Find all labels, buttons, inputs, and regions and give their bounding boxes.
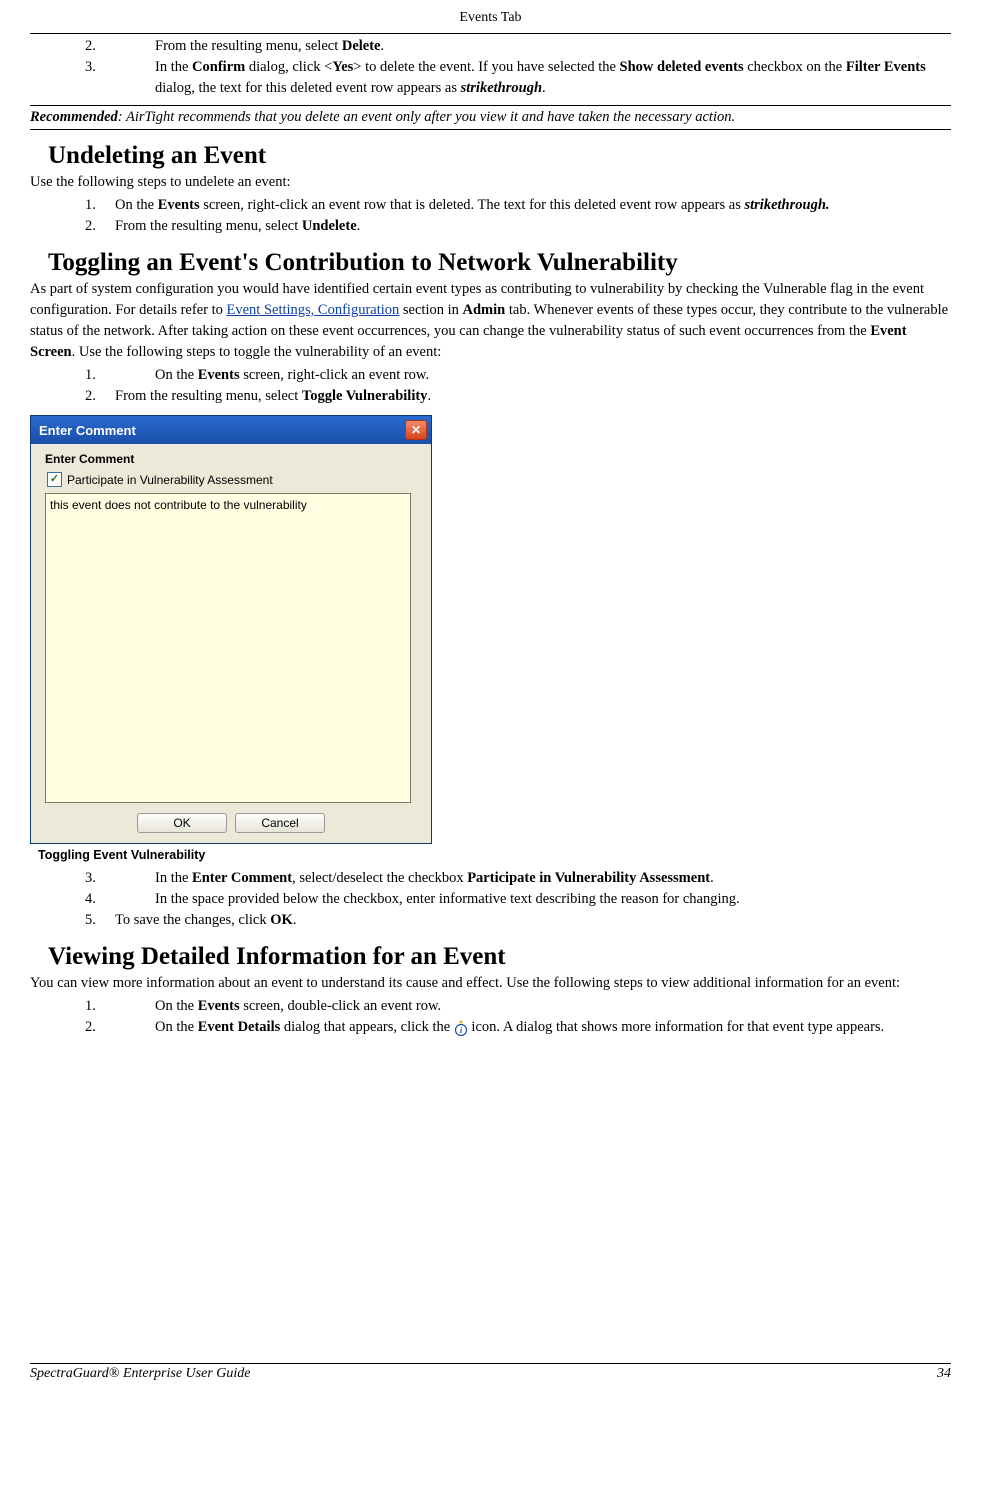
text: screen, right-click an event row that is… — [200, 197, 745, 213]
text: dialog that appears, click the — [280, 1019, 454, 1035]
bold: Yes — [332, 59, 353, 75]
comment-textarea[interactable]: this event does not contribute to the vu… — [45, 493, 411, 803]
bold: Admin — [463, 302, 506, 318]
enter-comment-dialog: Enter Comment ✕ Enter Comment ✓ Particip… — [30, 415, 432, 844]
dialog-title: Enter Comment — [39, 423, 136, 438]
text: . — [293, 912, 297, 928]
text: From the resulting menu, select — [115, 388, 302, 404]
text: . — [710, 870, 714, 886]
text: > to delete the event. If you have selec… — [353, 59, 619, 75]
footer-title: SpectraGuard® Enterprise User Guide — [30, 1366, 250, 1382]
dialog-titlebar: Enter Comment ✕ — [31, 416, 431, 444]
bold: Events — [198, 367, 240, 383]
text: On the — [155, 1019, 198, 1035]
text: On the — [155, 367, 198, 383]
heading-undeleting: Undeleting an Event — [48, 142, 951, 170]
step-number: 1. — [85, 365, 155, 386]
text: On the — [115, 197, 158, 213]
text: . — [357, 218, 361, 234]
undel-steps: 1. On the Events screen, right-click an … — [85, 195, 951, 237]
step-number: 1. — [85, 996, 155, 1017]
text: dialog, the text for this deleted event … — [155, 80, 461, 96]
toggle-paragraph: As part of system configuration you woul… — [30, 279, 951, 363]
text: . — [427, 388, 431, 404]
figure-caption: Toggling Event Vulnerability — [38, 848, 951, 862]
note-label: Recommended — [30, 109, 118, 125]
step-number: 4. — [85, 889, 155, 910]
dialog-subtitle: Enter Comment — [45, 452, 421, 466]
text: From the resulting menu, select — [155, 38, 342, 54]
recommended-note: Recommended: AirTight recommends that yo… — [30, 105, 951, 130]
text: icon. A dialog that shows more informati… — [471, 1019, 884, 1035]
participate-checkbox[interactable]: ✓ — [47, 472, 62, 487]
after-dialog-steps: 3. In the Enter Comment, select/deselect… — [85, 868, 951, 931]
bold: Toggle Vulnerability — [302, 388, 428, 404]
text: To save the changes, click — [115, 912, 270, 928]
close-icon[interactable]: ✕ — [405, 420, 427, 440]
text: . Use the following steps to toggle the … — [72, 344, 442, 360]
step-number: 2. — [85, 386, 115, 407]
step-number: 5. — [85, 910, 115, 931]
text: . — [542, 80, 546, 96]
bold: Event Details — [198, 1019, 281, 1035]
heading-viewing: Viewing Detailed Information for an Even… — [48, 943, 951, 971]
text: In the space provided below the checkbox… — [155, 891, 740, 907]
step-number: 3. — [85, 868, 155, 889]
toggle-steps: 1. On the Events screen, right-click an … — [85, 365, 951, 407]
checkbox-label: Participate in Vulnerability Assessment — [67, 473, 273, 487]
ok-button[interactable]: OK — [137, 813, 227, 833]
text: dialog, click < — [245, 59, 332, 75]
undel-intro: Use the following steps to undelete an e… — [30, 172, 951, 193]
bold-italic: strikethrough. — [744, 197, 829, 213]
text: section in — [399, 302, 462, 318]
text: From the resulting menu, select — [115, 218, 302, 234]
bold: Delete — [342, 38, 381, 54]
text: screen, right-click an event row. — [240, 367, 430, 383]
step-number: 3. — [85, 57, 155, 99]
step-number: 2. — [85, 1017, 155, 1038]
link-event-settings[interactable]: Event Settings, Configuration — [227, 302, 400, 318]
divider — [30, 33, 951, 34]
bold: Events — [158, 197, 200, 213]
heading-toggling: Toggling an Event's Contribution to Netw… — [48, 249, 951, 277]
bold: Confirm — [192, 59, 245, 75]
bold: Participate in Vulnerability Assessment — [467, 870, 710, 886]
bold: OK — [270, 912, 293, 928]
viewing-intro: You can view more information about an e… — [30, 973, 951, 994]
delete-steps: 2. From the resulting menu, select Delet… — [85, 36, 951, 99]
bold: Undelete — [302, 218, 357, 234]
text: In the — [155, 59, 192, 75]
note-text: : AirTight recommends that you delete an… — [118, 109, 735, 125]
bold: Events — [198, 998, 240, 1014]
info-icon: i — [454, 1020, 468, 1036]
text: In the — [155, 870, 192, 886]
step-number: 2. — [85, 216, 115, 237]
text: , select/deselect the checkbox — [292, 870, 467, 886]
bold: Filter Events — [846, 59, 926, 75]
viewing-steps: 1. On the Events screen, double-click an… — [85, 996, 951, 1038]
page-number: 34 — [937, 1366, 951, 1382]
bold: Enter Comment — [192, 870, 292, 886]
text: screen, double-click an event row. — [240, 998, 442, 1014]
bold: Show deleted events — [620, 59, 744, 75]
page-header: Events Tab — [30, 10, 951, 31]
step-number: 1. — [85, 195, 115, 216]
text: checkbox on the — [744, 59, 846, 75]
cancel-button[interactable]: Cancel — [235, 813, 325, 833]
page-footer: SpectraGuard® Enterprise User Guide 34 — [30, 1363, 951, 1382]
text: . — [381, 38, 385, 54]
bold-italic: strikethrough — [461, 80, 542, 96]
text: On the — [155, 998, 198, 1014]
step-number: 2. — [85, 36, 155, 57]
